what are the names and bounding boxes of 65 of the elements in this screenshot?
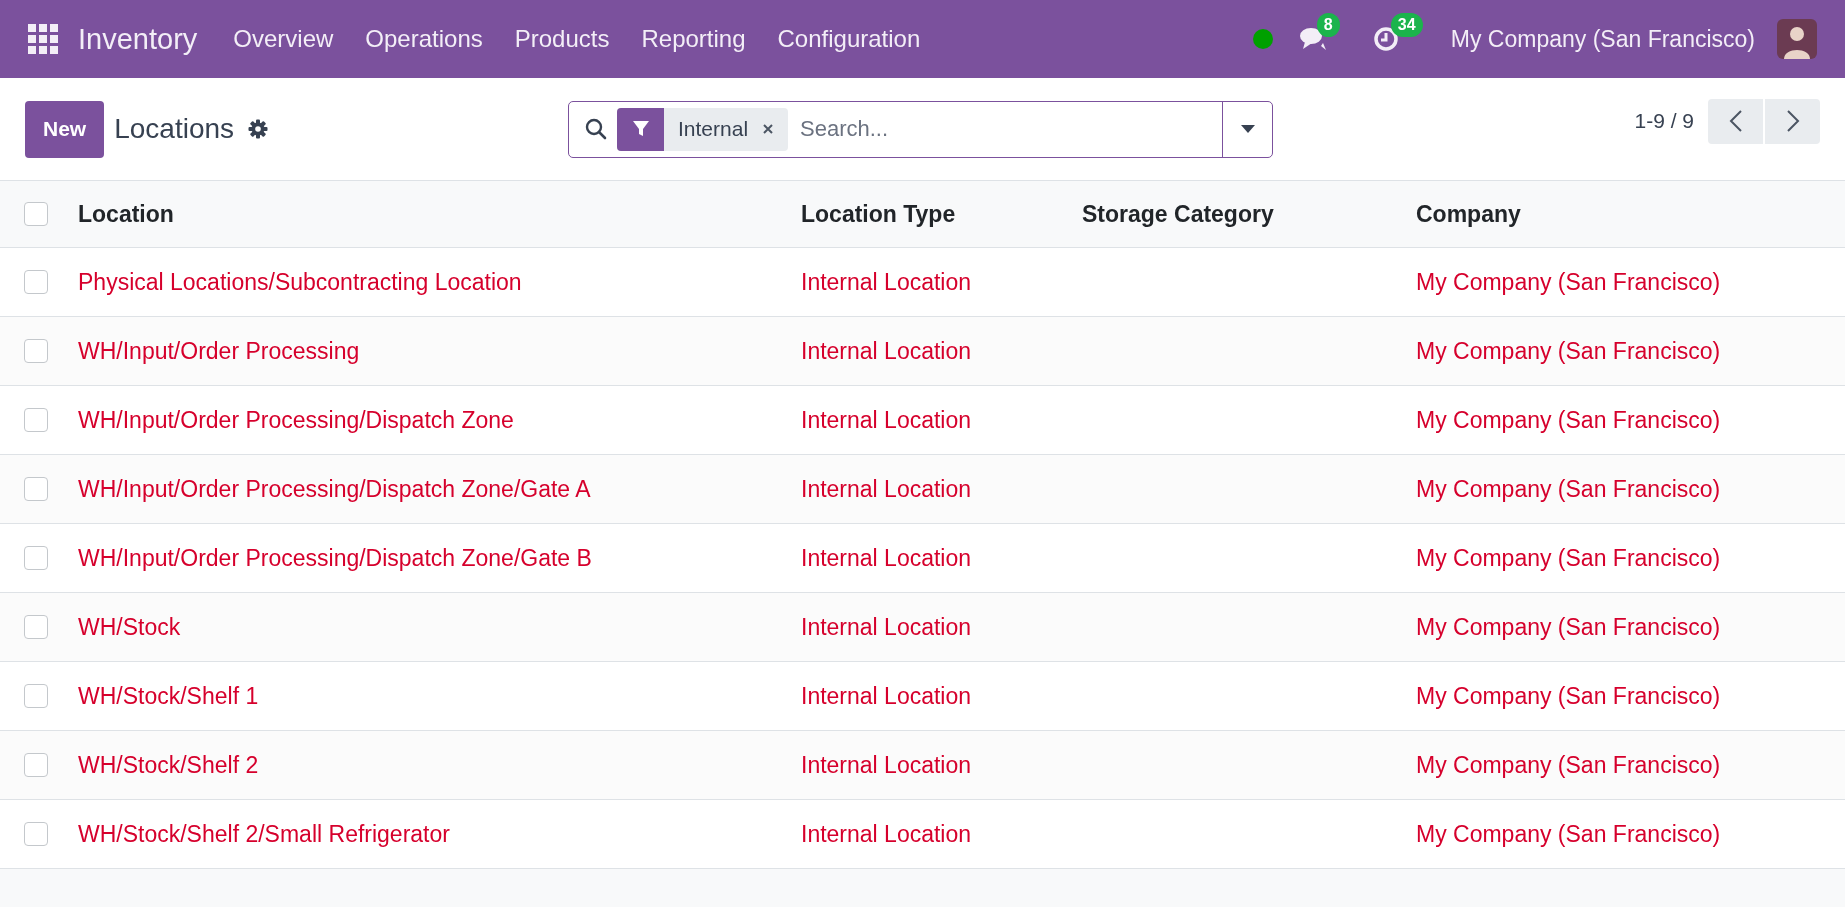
company-cell: My Company (San Francisco) bbox=[1416, 268, 1721, 295]
online-status-icon bbox=[1252, 29, 1273, 49]
menu-item[interactable]: Overview bbox=[217, 25, 350, 53]
checkbox[interactable] bbox=[24, 339, 48, 363]
location-cell: WH/Input/Order Processing/Dispatch Zone/Gate B bbox=[78, 544, 592, 571]
location-type-cell: Internal Location bbox=[801, 406, 972, 433]
location-cell: WH/Input/Order Processing bbox=[78, 337, 360, 364]
location-cell: Physical Locations/Subcontracting Location bbox=[78, 268, 522, 295]
company-cell: My Company (San Francisco) bbox=[1416, 751, 1721, 778]
location-type-cell: Internal Location bbox=[801, 268, 972, 295]
filter-facet: Internal bbox=[677, 117, 750, 141]
next-page-button[interactable] bbox=[1765, 98, 1820, 144]
checkbox[interactable] bbox=[24, 753, 48, 777]
checkbox[interactable] bbox=[24, 270, 48, 294]
company-cell: My Company (San Francisco) bbox=[1416, 820, 1721, 847]
company-cell: My Company (San Francisco) bbox=[1416, 613, 1721, 640]
checkbox[interactable] bbox=[24, 684, 48, 708]
location-cell: WH/Stock/Shelf 2/Small Refrigerator bbox=[78, 820, 450, 847]
company-cell: My Company (San Francisco) bbox=[1416, 406, 1721, 433]
company-cell: My Company (San Francisco) bbox=[1416, 544, 1721, 571]
checkbox[interactable] bbox=[24, 822, 48, 846]
caret-icon bbox=[1240, 125, 1255, 133]
menu-item[interactable]: Configuration bbox=[761, 25, 937, 53]
location-cell: WH/Stock bbox=[78, 613, 181, 640]
location-cell: WH/Stock/Shelf 1 bbox=[78, 682, 259, 709]
location-type-cell: Internal Location bbox=[801, 613, 972, 640]
location-type-cell: Internal Location bbox=[801, 751, 972, 778]
checkbox[interactable] bbox=[24, 477, 48, 501]
app-name[interactable]: Inventory bbox=[78, 22, 198, 56]
location-cell: WH/Stock/Shelf 2 bbox=[78, 751, 259, 778]
checkbox[interactable] bbox=[24, 546, 48, 570]
column-header[interactable]: Location bbox=[78, 200, 174, 227]
clock-icon[interactable] bbox=[1372, 26, 1399, 52]
column-header[interactable]: Company bbox=[1416, 200, 1521, 227]
company-switcher[interactable]: My Company (San Francisco) bbox=[1450, 25, 1755, 53]
user-avatar[interactable] bbox=[1777, 19, 1817, 59]
location-type-cell: Internal Location bbox=[801, 820, 972, 847]
company-cell: My Company (San Francisco) bbox=[1416, 475, 1721, 502]
menu-item[interactable]: Reporting bbox=[625, 25, 762, 53]
checkbox[interactable] bbox=[24, 408, 48, 432]
filter-icon bbox=[617, 107, 664, 151]
company-cell: My Company (San Francisco) bbox=[1416, 682, 1721, 709]
apps-grid-icon[interactable] bbox=[28, 24, 58, 54]
menu-item[interactable]: Products bbox=[498, 25, 626, 53]
location-type-cell: Internal Location bbox=[801, 682, 972, 709]
location-type-cell: Internal Location bbox=[801, 337, 972, 364]
location-type-cell: Internal Location bbox=[801, 475, 972, 502]
search-icon bbox=[585, 118, 607, 140]
location-type-cell: Internal Location bbox=[801, 544, 972, 571]
chevron-left-icon bbox=[1728, 109, 1743, 133]
location-cell: WH/Input/Order Processing/Dispatch Zone bbox=[78, 406, 514, 433]
previous-page-button[interactable] bbox=[1708, 98, 1763, 144]
menu-item[interactable]: Operations bbox=[349, 25, 499, 53]
settings-icon[interactable] bbox=[248, 119, 269, 139]
search-bar[interactable]: Internal Search... bbox=[568, 100, 1273, 158]
message-count-badge: 8 bbox=[1316, 13, 1340, 37]
company-cell: My Company (San Francisco) bbox=[1416, 337, 1721, 364]
location-cell: WH/Input/Order Processing/Dispatch Zone/Gate A bbox=[78, 475, 591, 502]
pager-value[interactable]: 1-9 / 9 bbox=[1634, 109, 1694, 133]
new-button[interactable]: New bbox=[25, 100, 105, 158]
activity-count-badge: 34 bbox=[1390, 13, 1423, 37]
chevron-right-icon bbox=[1785, 109, 1800, 133]
checkbox[interactable] bbox=[24, 615, 48, 639]
checkbox[interactable] bbox=[24, 202, 48, 226]
page-title: Locations bbox=[114, 113, 235, 145]
